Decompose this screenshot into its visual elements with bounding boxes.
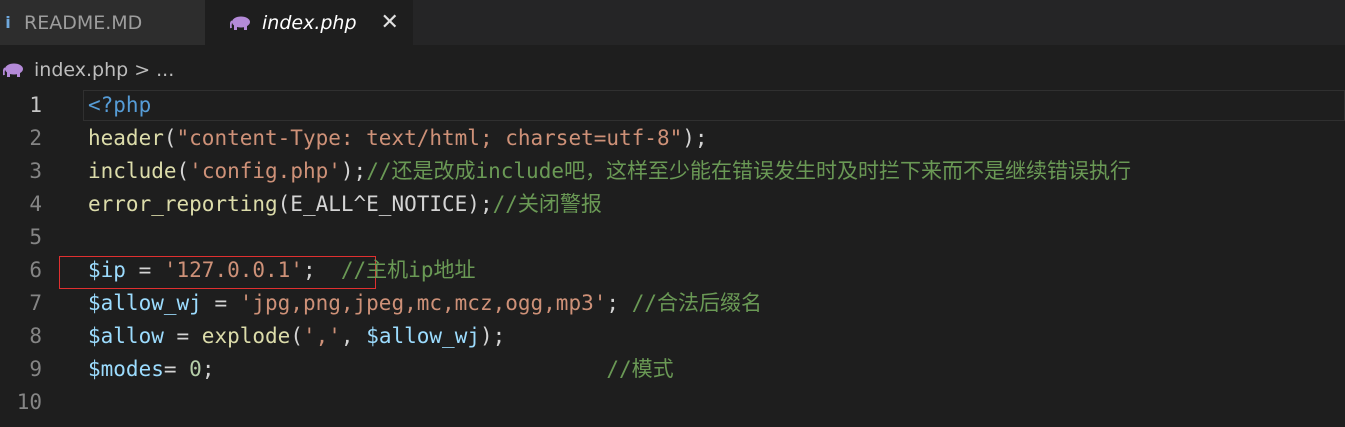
code-line[interactable]: 3 include('config.php');//还是改成include吧，这样… [0,155,1345,188]
line-number: 2 [29,126,42,150]
operator-token: ( [176,159,190,183]
line-number: 6 [29,258,42,282]
variable-token: $modes [88,357,164,381]
code-line[interactable]: 8 $allow = explode(',', $allow_wj); [0,320,1345,353]
operator-token: , [340,324,367,348]
code-line[interactable]: 6 $ip = '127.0.0.1'; //主机ip地址 [0,254,1345,287]
operator-token: ; [606,291,632,315]
line-number: 1 [29,93,42,117]
code-text: error_reporting(E_ALL^E_NOTICE);//关闭警报 [88,188,602,221]
string-token: ',' [302,324,341,348]
breadcrumb-rest[interactable]: ... [156,59,174,81]
tab-bar: i README.MD index.php ✕ [0,0,1345,45]
code-text: <?php [88,89,151,122]
breadcrumb-file[interactable]: index.php [34,59,128,81]
operator-token: = [125,258,164,282]
code-text: $ip = '127.0.0.1'; //主机ip地址 [88,254,475,287]
code-text: $allow = explode(',', $allow_wj); [88,320,505,353]
info-icon: i [5,13,11,32]
code-text: $modes= 0; //模式 [88,353,674,386]
operator-token: ); [682,126,708,150]
variable-token: $allow_wj [366,324,480,348]
string-token: 'jpg,png,jpeg,mc,mcz,ogg,mp3' [239,291,607,315]
comment-token: //模式 [606,357,674,381]
function-token: include [88,159,177,183]
php-elephant-icon [3,63,23,77]
variable-token: $allow_wj [88,291,202,315]
string-token: '127.0.0.1' [163,258,303,282]
tab-index-php[interactable]: index.php ✕ [205,0,413,45]
string-token: "content-Type: text/html; charset=utf-8" [176,126,683,150]
operator-token: ); [480,324,506,348]
tab-readme[interactable]: i README.MD [0,0,205,45]
operator-token: = [163,357,190,381]
comment-token: //还是改成include吧，这样至少能在错误发生时及时拦下来而不是继续错误执行 [366,159,1131,183]
code-text: header("content-Type: text/html; charset… [88,122,708,155]
tab-label: README.MD [24,11,143,34]
operator-token: ( [163,126,177,150]
number-token: 0 [189,357,202,381]
line-number: 4 [29,192,42,216]
comment-token: //合法后缀名 [631,291,762,315]
line-number: 5 [29,225,42,249]
breadcrumb: index.php > ... [0,52,174,88]
line-number: 7 [29,291,42,315]
code-line[interactable]: 1 <?php [0,89,1345,122]
function-token: header [88,126,164,150]
code-line[interactable]: 10 [0,386,1345,419]
code-line[interactable]: 2 header("content-Type: text/html; charse… [0,122,1345,155]
keyword-token: <?php [88,93,152,117]
function-token: explode [201,324,291,348]
code-line[interactable]: 4 error_reporting(E_ALL^E_NOTICE);//关闭警报 [0,188,1345,221]
breadcrumb-separator: > [134,59,151,81]
comment-token: //关闭警报 [492,192,602,216]
operator-token: ; [302,258,341,282]
code-line[interactable]: 9 $modes= 0; //模式 [0,353,1345,386]
code-text: include('config.php');//还是改成include吧，这样至… [88,155,1131,188]
operator-token: ( [290,324,303,348]
code-line[interactable]: 7 $allow_wj = 'jpg,png,jpeg,mc,mcz,ogg,mp… [0,287,1345,320]
string-token: 'config.php' [189,159,341,183]
operator-token: ); [340,159,367,183]
php-elephant-icon [230,16,250,30]
operator-token: = [163,324,202,348]
function-token: error_reporting [88,192,278,216]
variable-token: $allow [88,324,164,348]
operator-token: (E_ALL^E_NOTICE); [277,192,493,216]
line-number: 3 [29,159,42,183]
tab-label: index.php [262,11,357,34]
line-number: 10 [16,390,42,414]
line-number: 8 [29,324,42,348]
code-line[interactable]: 5 [0,221,1345,254]
variable-token: $ip [88,258,126,282]
close-icon[interactable]: ✕ [381,10,399,35]
code-text: $allow_wj = 'jpg,png,jpeg,mc,mcz,ogg,mp3… [88,287,762,320]
comment-token: //主机ip地址 [340,258,476,282]
code-editor[interactable]: 1 <?php 2 header("content-Type: text/html; … [0,89,1345,427]
line-number: 9 [29,357,42,381]
operator-token: ; [201,357,607,381]
operator-token: = [201,291,240,315]
